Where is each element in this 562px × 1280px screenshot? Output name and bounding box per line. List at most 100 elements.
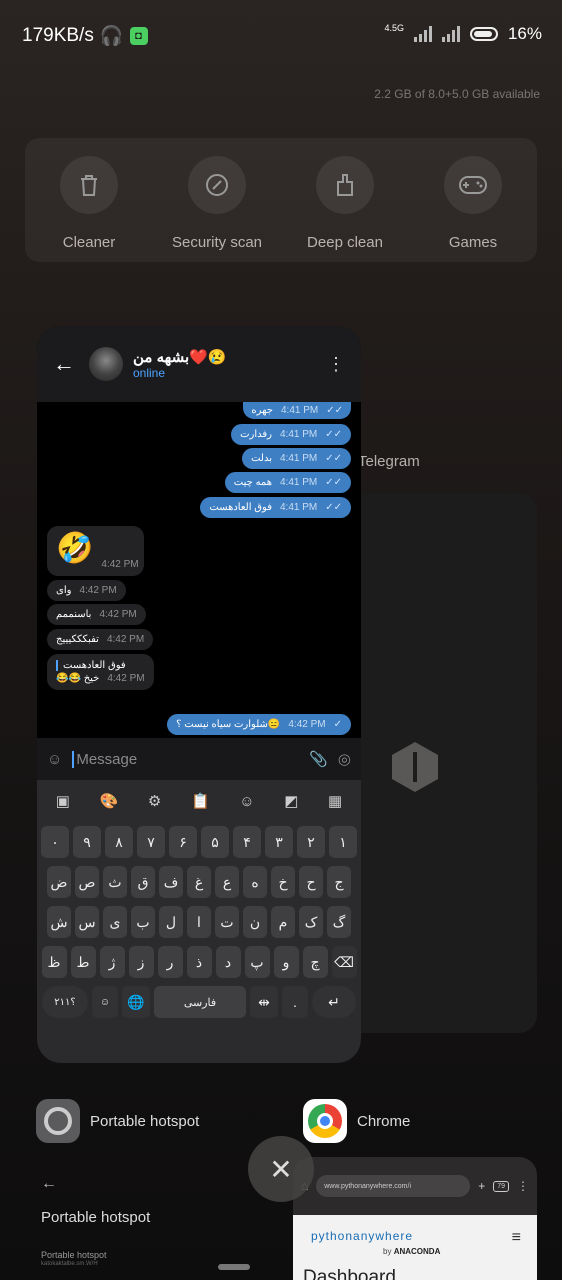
space-key[interactable]: فارسی xyxy=(154,986,246,1018)
recent-app-hotspot-header[interactable]: Portable hotspot xyxy=(36,1099,199,1143)
key[interactable]: چ xyxy=(302,946,328,978)
keyboard-row-2: ض ص ث ق ف غ ع ه خ ح ج xyxy=(41,866,357,898)
message-bubble[interactable]: وای 4:42 PM xyxy=(47,580,126,601)
key[interactable]: ک xyxy=(299,906,323,938)
enter-key-icon[interactable]: ↵ xyxy=(312,986,356,1018)
key[interactable]: ب xyxy=(131,906,155,938)
tool-security-scan[interactable]: Security scan xyxy=(153,138,281,262)
key[interactable]: ح xyxy=(299,866,323,898)
key[interactable]: غ xyxy=(187,866,211,898)
key[interactable]: ۶ xyxy=(169,826,197,858)
key[interactable]: ی xyxy=(103,906,127,938)
settings-icon[interactable]: ⚙ xyxy=(148,792,161,810)
keyboard-row-4: ظ ط ژ ز ر ذ د پ و چ ⌫ xyxy=(41,946,357,978)
backspace-key-icon[interactable]: ⌫ xyxy=(331,946,357,978)
key[interactable]: ج xyxy=(327,866,351,898)
key[interactable]: و xyxy=(273,946,299,978)
web-page: pythonanywhere by ANACONDA ≡ Dashboard xyxy=(293,1215,537,1280)
message-bubble[interactable]: جهره 4:41 PM ✓✓ xyxy=(243,402,351,419)
tool-cleaner[interactable]: Cleaner xyxy=(25,138,153,262)
key[interactable]: ۳ xyxy=(265,826,293,858)
key[interactable]: م xyxy=(271,906,295,938)
key[interactable]: گ xyxy=(327,906,351,938)
close-all-button[interactable]: ✕ xyxy=(248,1136,314,1202)
symbols-key[interactable]: ؟۲۱۱ xyxy=(42,986,88,1018)
key[interactable]: د xyxy=(215,946,241,978)
keyboard-row-bottom: ؟۲۱۱ ☺ 🌐 فارسی ⇹ . ↵ xyxy=(41,986,357,1018)
avatar[interactable] xyxy=(89,347,123,381)
tool-deep-clean[interactable]: Deep clean xyxy=(281,138,409,262)
palette-icon[interactable]: 🎨 xyxy=(100,792,119,810)
cursor-key-icon[interactable]: ⇹ xyxy=(250,986,278,1018)
key[interactable]: ق xyxy=(131,866,155,898)
message-input[interactable]: Message xyxy=(72,750,299,768)
more-options-icon: ⋮ xyxy=(517,1179,529,1193)
key[interactable]: ن xyxy=(243,906,267,938)
translate-icon[interactable]: ▣ xyxy=(56,792,70,810)
key[interactable]: ۷ xyxy=(137,826,165,858)
emoji-icon[interactable]: ☺ xyxy=(47,751,62,768)
apps-grid-icon[interactable]: ▦ xyxy=(328,792,342,810)
message-bubble[interactable]: همه چیت 4:41 PM ✓✓ xyxy=(224,472,351,493)
key[interactable]: ث xyxy=(103,866,127,898)
reply-message-bubble[interactable]: فوق العادهست 😂😂 خیخ 4:42 PM xyxy=(47,654,154,690)
key[interactable]: ۴ xyxy=(233,826,261,858)
network-type: 4.5G xyxy=(384,23,404,33)
key[interactable]: س xyxy=(75,906,99,938)
more-options-icon[interactable]: ⋮ xyxy=(327,354,345,375)
back-arrow-icon[interactable]: ← xyxy=(53,351,83,377)
recent-app-chrome-header[interactable]: Chrome xyxy=(303,1099,410,1143)
telegram-recent-card[interactable]: ← بشهه من❤️😢 online ⋮ جهره 4:41 PM ✓✓ رفد… xyxy=(37,326,361,1063)
message-bubble[interactable]: باسنممم 4:42 PM xyxy=(47,604,146,625)
key[interactable]: ف xyxy=(159,866,183,898)
key[interactable]: ۲ xyxy=(297,826,325,858)
double-check-icon: ✓✓ xyxy=(325,502,342,513)
globe-key-icon[interactable]: 🌐 xyxy=(122,986,150,1018)
key[interactable]: ژ xyxy=(99,946,125,978)
key[interactable]: ع xyxy=(215,866,239,898)
message-bubble[interactable]: فوق العادهست 4:41 PM ✓✓ xyxy=(200,497,351,518)
key[interactable]: ل xyxy=(159,906,183,938)
key[interactable]: ز xyxy=(128,946,154,978)
message-bubble[interactable]: تفبکککیییج 4:42 PM xyxy=(47,629,154,650)
key[interactable]: ظ xyxy=(41,946,67,978)
chat-status: online xyxy=(133,366,166,380)
key[interactable]: ه xyxy=(243,866,267,898)
key[interactable]: ط xyxy=(70,946,96,978)
key[interactable]: ص xyxy=(75,866,99,898)
message-bubble[interactable]: شلوارت سیاه نیست ؟😑 4:42 PM ✓ xyxy=(167,714,351,735)
camera-icon[interactable]: ◎ xyxy=(338,750,351,768)
key[interactable]: ۵ xyxy=(201,826,229,858)
chat-header: ← بشهه من❤️😢 online ⋮ xyxy=(37,326,361,402)
key[interactable]: ۹ xyxy=(73,826,101,858)
tool-games[interactable]: Games xyxy=(409,138,537,262)
attach-icon[interactable]: 📎 xyxy=(309,750,328,768)
emoji-keyboard-icon[interactable]: ☺ xyxy=(239,793,254,810)
key[interactable]: ۰ xyxy=(41,826,69,858)
signal-icon-2 xyxy=(441,26,460,42)
clipboard-icon[interactable]: 📋 xyxy=(191,792,210,810)
chrome-app-icon xyxy=(303,1099,347,1143)
key[interactable]: ر xyxy=(157,946,183,978)
key[interactable]: ذ xyxy=(186,946,212,978)
key[interactable]: ش xyxy=(47,906,71,938)
key[interactable]: پ xyxy=(244,946,270,978)
key[interactable]: ت xyxy=(215,906,239,938)
period-key[interactable]: . xyxy=(282,986,308,1018)
emoji-key-icon[interactable]: ☺ xyxy=(92,986,118,1018)
tab-count: 79 xyxy=(493,1180,509,1192)
message-bubble[interactable]: رفدارت 4:41 PM ✓✓ xyxy=(231,424,351,445)
gesture-bar[interactable] xyxy=(218,1264,250,1270)
app-logo-icon xyxy=(388,740,442,794)
key[interactable]: ۱ xyxy=(329,826,357,858)
keyboard: ▣ 🎨 ⚙ 📋 ☺ ◩ ▦ ۰ ۹ ۸ ۷ ۶ ۵ ۴ ۳ ۲ ۱ ض ص ث … xyxy=(37,780,361,1063)
message-bubble[interactable]: بدلت 4:41 PM ✓✓ xyxy=(242,448,351,469)
key[interactable]: ۸ xyxy=(105,826,133,858)
resize-icon[interactable]: ◩ xyxy=(284,792,298,810)
chat-title[interactable]: بشهه من❤️😢 online xyxy=(133,348,227,380)
key[interactable]: ض xyxy=(47,866,71,898)
key[interactable]: ا xyxy=(187,906,211,938)
message-bubble[interactable]: 🤣 4:42 PM xyxy=(47,526,144,576)
key[interactable]: خ xyxy=(271,866,295,898)
chrome-preview-card[interactable]: ⌂ www.pythonanywhere.com/i + 79 ⋮ python… xyxy=(293,1157,537,1280)
